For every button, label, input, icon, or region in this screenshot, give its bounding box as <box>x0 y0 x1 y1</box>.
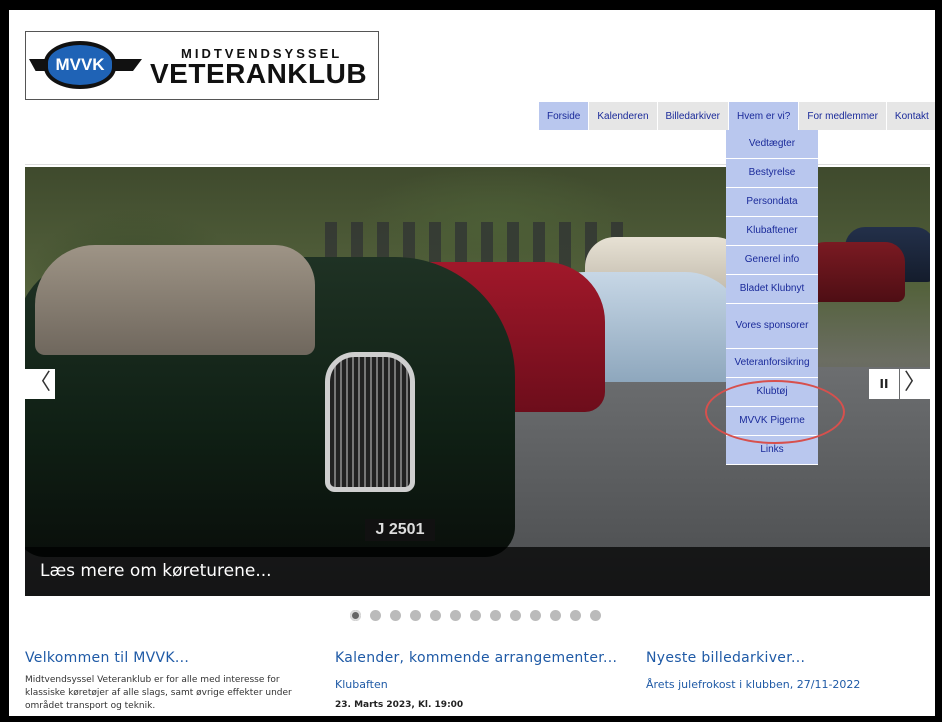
slide-caption[interactable]: Læs mere om køreturene... <box>25 547 930 596</box>
submenu-item-generel-info[interactable]: Generel info <box>726 246 818 275</box>
submenu-item-bladet-klubnyt[interactable]: Bladet Klubnyt <box>726 275 818 304</box>
submenu-item-persondata[interactable]: Persondata <box>726 188 818 217</box>
slider-dot[interactable] <box>590 610 601 621</box>
slide-license-plate: J 2501 <box>365 519 435 541</box>
logo-badge: MVVK <box>44 41 116 89</box>
slide-car-green-roof <box>35 245 315 355</box>
gallery-latest-link[interactable]: Årets julefrokost i klubben, 27/11-2022 <box>646 678 926 691</box>
welcome-text: Midtvendsyssel Veteranklub er for alle m… <box>25 675 292 711</box>
chevron-right-icon[interactable]: 〉 <box>900 369 930 399</box>
slider-dot[interactable] <box>530 610 541 621</box>
nav-kalenderen[interactable]: Kalenderen <box>589 102 657 130</box>
logo-wing-right <box>112 59 142 71</box>
slider-dot[interactable] <box>410 610 421 621</box>
submenu-item-mvvk-pigerne[interactable]: MVVK Pigerne <box>726 407 818 436</box>
gallery-column: Nyeste billedarkiver... Årets julefrokos… <box>646 650 926 691</box>
submenu-item-links[interactable]: Links <box>726 436 818 465</box>
logo-badge-text: MVVK <box>55 55 105 74</box>
submenu-item-klubaftener[interactable]: Klubaftener <box>726 217 818 246</box>
slider-dot[interactable] <box>570 610 581 621</box>
slider-dot[interactable] <box>450 610 461 621</box>
main-nav: Forside Kalenderen Billedarkiver Hvem er… <box>539 102 935 130</box>
slider-pagination <box>350 610 610 621</box>
calendar-event-date: 23. Marts 2023, Kl. 19:00 <box>335 700 464 710</box>
logo-line2: VETERANKLUB <box>150 58 368 89</box>
slide-car-grille <box>325 352 415 492</box>
slider-dot[interactable] <box>370 610 381 621</box>
gallery-title[interactable]: Nyeste billedarkiver... <box>646 650 926 666</box>
nav-for-medlemmer[interactable]: For medlemmer <box>799 102 886 130</box>
welcome-column: Velkommen til MVVK... Midtvendsyssel Vet… <box>25 650 295 713</box>
submenu-item-vedtaegter[interactable]: Vedtægter <box>726 130 818 159</box>
nav-forside[interactable]: Forside <box>539 102 589 130</box>
calendar-event-link[interactable]: Klubaften <box>335 678 625 691</box>
submenu-item-klubtoej[interactable]: Klubtøj <box>726 378 818 407</box>
slider-dot[interactable] <box>350 610 361 621</box>
slider-dot[interactable] <box>490 610 501 621</box>
nav-hvem-er-vi[interactable]: Hvem er vi? <box>728 102 799 130</box>
submenu-item-vores-sponsorer[interactable]: Vores sponsorer <box>726 304 818 349</box>
pause-icon[interactable]: II <box>869 369 899 399</box>
slider-dot[interactable] <box>510 610 521 621</box>
welcome-title[interactable]: Velkommen til MVVK... <box>25 650 295 666</box>
slider-dot[interactable] <box>550 610 561 621</box>
slider-dot[interactable] <box>430 610 441 621</box>
page: MVVK MIDTVENDSYSSEL VETERANKLUB Forside … <box>9 10 935 716</box>
nav-billedarkiver[interactable]: Billedarkiver <box>657 102 728 130</box>
site-logo[interactable]: MVVK MIDTVENDSYSSEL VETERANKLUB <box>25 31 379 100</box>
nav-kontakt[interactable]: Kontakt <box>886 102 935 130</box>
calendar-column: Kalender, kommende arrangementer... Klub… <box>335 650 625 710</box>
chevron-left-icon[interactable]: 〈 <box>25 369 55 399</box>
calendar-title[interactable]: Kalender, kommende arrangementer... <box>335 650 625 666</box>
slide-car-darkred <box>805 242 905 302</box>
submenu-hvem-er-vi: Vedtægter Bestyrelse Persondata Klubafte… <box>726 130 818 465</box>
slider-dot[interactable] <box>470 610 481 621</box>
slider-dot[interactable] <box>390 610 401 621</box>
submenu-item-bestyrelse[interactable]: Bestyrelse <box>726 159 818 188</box>
submenu-item-veteranforsikring[interactable]: Veteranforsikring <box>726 349 818 378</box>
